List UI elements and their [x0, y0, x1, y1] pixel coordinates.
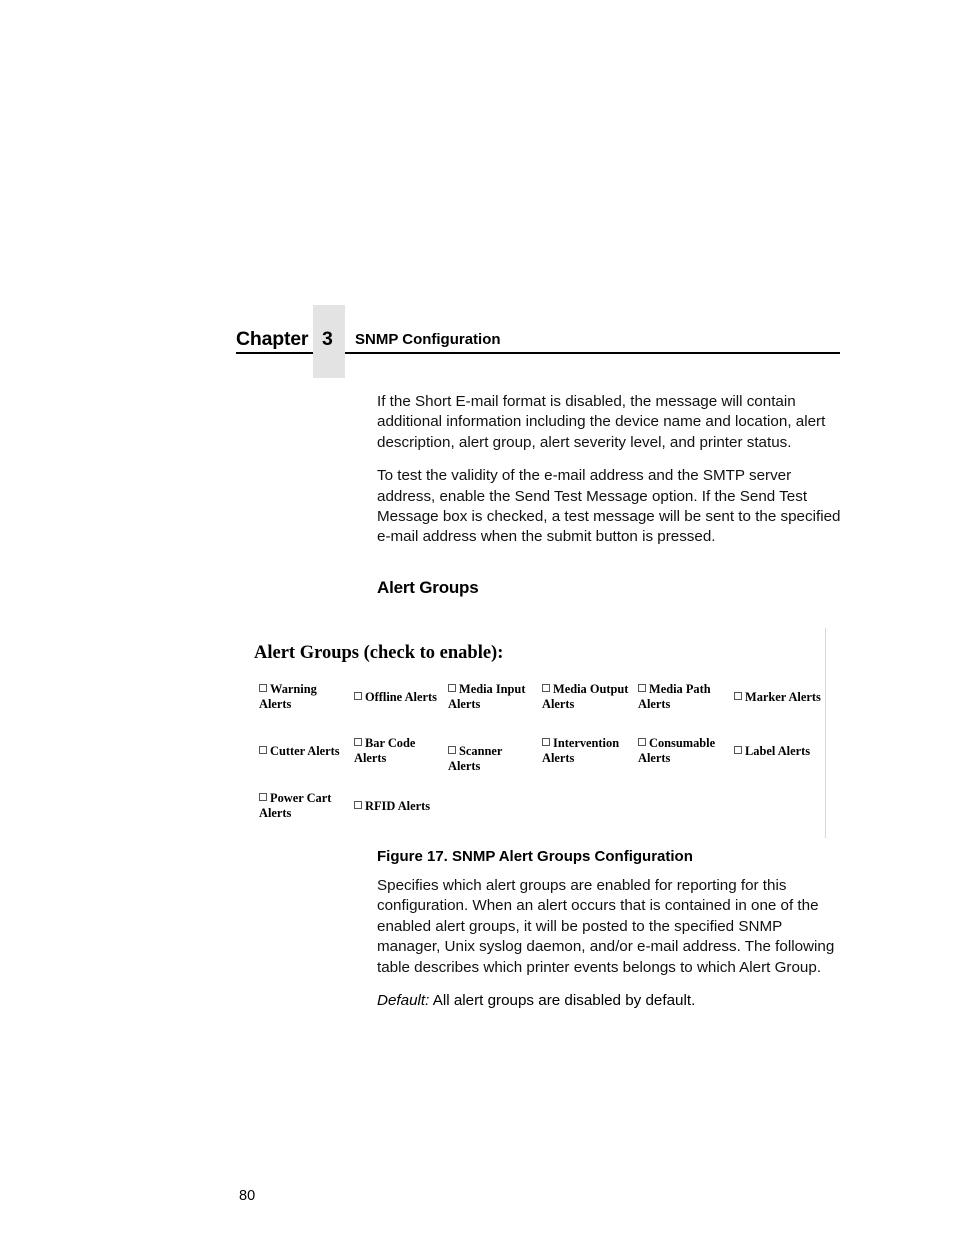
alert-group-checkbox-item[interactable]: Warning Alerts	[259, 682, 345, 711]
body-text-column-2: Specifies which alert groups are enabled…	[377, 876, 847, 1011]
alert-group-label: Media Path Alerts	[638, 682, 711, 711]
paragraph-short-email-format: If the Short E-mail format is disabled, …	[377, 393, 826, 451]
alert-group-label: Intervention Alerts	[542, 736, 620, 765]
alert-groups-form-title: Alert Groups (check to enable):	[254, 643, 504, 663]
alert-group-checkbox-item[interactable]: Power Cart Alerts	[259, 791, 345, 820]
alert-group-label: Media Input Alerts	[448, 682, 526, 711]
alert-group-checkbox-item[interactable]: Scanner Alerts	[448, 736, 536, 773]
paragraph-send-test-message: To test the validity of the e-mail addre…	[377, 467, 841, 546]
alert-group-checkbox-item[interactable]: Media Input Alerts	[448, 682, 536, 711]
checkbox-icon[interactable]	[448, 684, 456, 692]
alert-group-row: Cutter Alerts Bar Code Alerts Scanner Aler…	[248, 736, 825, 780]
checkbox-icon[interactable]	[259, 746, 267, 754]
chapter-header: Chapter 3 SNMP Configuration	[236, 300, 840, 380]
checkbox-icon[interactable]	[448, 746, 456, 754]
alert-group-checkbox-item[interactable]: Consumable Alerts	[638, 736, 726, 765]
chapter-number: 3	[322, 328, 333, 350]
alert-group-label: Offline Alerts	[365, 690, 437, 704]
page-number: 80	[239, 1188, 256, 1204]
default-text: All alert groups are disabled by default…	[429, 992, 696, 1010]
alert-group-row: Power Cart Alerts RFID Alerts	[248, 791, 825, 835]
default-value-line: Default: All alert groups are disabled b…	[377, 991, 847, 1011]
alert-group-label: Cutter Alerts	[270, 744, 340, 758]
checkbox-icon[interactable]	[354, 692, 362, 700]
alert-group-label: Consumable Alerts	[638, 736, 716, 765]
snmp-alert-groups-form-screenshot: Alert Groups (check to enable): Warning …	[248, 628, 826, 838]
alert-group-checkbox-item[interactable]: Media Output Alerts	[542, 682, 630, 711]
chapter-subject-title: SNMP Configuration	[355, 331, 501, 348]
paragraph-alert-groups-description: Specifies which alert groups are enabled…	[377, 877, 835, 976]
alert-group-checkbox-item[interactable]: RFID Alerts	[354, 791, 440, 814]
checkbox-icon[interactable]	[638, 738, 646, 746]
checkbox-icon[interactable]	[734, 692, 742, 700]
checkbox-icon[interactable]	[638, 684, 646, 692]
alert-group-checkbox-item[interactable]: Cutter Alerts	[259, 736, 345, 759]
checkbox-icon[interactable]	[354, 801, 362, 809]
alert-group-label: RFID Alerts	[365, 799, 431, 813]
checkbox-icon[interactable]	[259, 684, 267, 692]
alert-group-label: Power Cart Alerts	[259, 791, 332, 820]
page-title: Alert Groups	[377, 578, 479, 598]
header-rule-mask	[313, 350, 345, 356]
alert-group-label: Label Alerts	[745, 744, 811, 758]
alert-group-checkbox-item[interactable]: Media Path Alerts	[638, 682, 726, 711]
checkbox-icon[interactable]	[259, 793, 267, 801]
alert-group-label: Scanner Alerts	[448, 744, 503, 773]
alert-group-label: Bar Code Alerts	[354, 736, 416, 765]
alert-group-checkbox-item[interactable]: Offline Alerts	[354, 682, 440, 705]
checkbox-icon[interactable]	[542, 738, 550, 746]
checkbox-icon[interactable]	[734, 746, 742, 754]
chapter-label: Chapter	[236, 328, 309, 350]
alert-group-row: Warning Alerts Offline Alerts Media Input …	[248, 682, 825, 726]
body-text-column: If the Short E-mail format is disabled, …	[377, 392, 845, 548]
default-label: Default:	[377, 992, 430, 1010]
figure-caption: Figure 17. SNMP Alert Groups Configurati…	[377, 848, 693, 865]
checkbox-icon[interactable]	[354, 738, 362, 746]
alert-group-checkbox-item[interactable]: Intervention Alerts	[542, 736, 630, 765]
alert-group-checkbox-item[interactable]: Label Alerts	[734, 736, 825, 759]
checkbox-icon[interactable]	[542, 684, 550, 692]
alert-group-label: Media Output Alerts	[542, 682, 629, 711]
alert-group-label: Warning Alerts	[259, 682, 317, 711]
alert-group-checkbox-item[interactable]: Marker Alerts	[734, 682, 825, 705]
alert-group-checkbox-item[interactable]: Bar Code Alerts	[354, 736, 440, 765]
alert-group-label: Marker Alerts	[745, 690, 821, 704]
